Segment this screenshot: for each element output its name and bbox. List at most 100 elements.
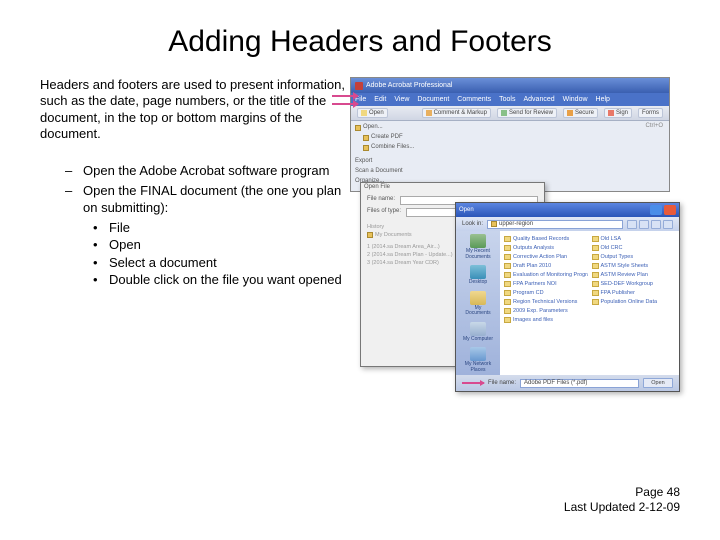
places-bar: My Recent Documents Desktop My Documents… [456,231,500,375]
arrow-icon [462,382,484,384]
open-button[interactable]: Open [643,378,673,388]
folder-icon [592,290,599,296]
new-folder-icon[interactable] [651,220,661,229]
folder-item[interactable]: SED-DEF Workgroup [592,279,676,288]
up-icon[interactable] [639,220,649,229]
menu-scan[interactable]: Scan a Document [355,167,403,176]
intro-paragraph: Headers and footers are used to present … [40,77,350,142]
folder-icon [592,281,599,287]
folder-item[interactable]: Corrective Action Plan [504,252,588,261]
menu-export[interactable]: Export [355,157,372,166]
acrobat-icon [355,82,363,90]
menu-tools[interactable]: Tools [499,96,515,103]
folder-icon [363,145,369,151]
place-network[interactable]: My Network Places [462,347,494,373]
nav-buttons [627,220,673,229]
toolbar: Open Comment & Markup Send for Review Se… [351,106,669,121]
toolbar-forms[interactable]: Forms [638,108,663,118]
menu-create-pdf[interactable]: Create PDF [371,133,403,142]
toolbar-secure[interactable]: Secure [563,108,598,118]
help-icon[interactable] [650,205,662,215]
menu-view[interactable]: View [394,96,409,103]
slide-title: Adding Headers and Footers [0,0,720,77]
folder-icon [504,245,511,251]
page-number: Page 48 [564,485,680,500]
place-computer[interactable]: My Computer [462,322,494,343]
folder-icon [592,272,599,278]
menu-comments[interactable]: Comments [457,96,491,103]
folder-icon [504,299,511,305]
folder-item[interactable]: Region Technical Versions [504,297,588,306]
menubar: File Edit View Document Comments Tools A… [351,93,669,106]
substep-select: Select a document [109,254,217,272]
menu-open-action[interactable]: Open... [363,123,383,132]
step-2: Open the FINAL document (the one you pla… [83,182,350,217]
place-documents[interactable]: My Documents [462,291,494,317]
menu-help[interactable]: Help [596,96,610,103]
dialog-toolbar: Look in: upper-region [456,217,679,231]
place-recent[interactable]: My Recent Documents [462,234,494,260]
folder-icon [504,254,511,260]
open-dialog: Open Look in: upper-region [455,202,680,392]
left-column: Headers and footers are used to present … [40,77,350,289]
folder-icon [504,308,511,314]
menu-window[interactable]: Window [563,96,588,103]
folder-item[interactable]: Draft Plan 2010 [504,261,588,270]
place-desktop[interactable]: Desktop [462,265,494,286]
shortcut-ctrl-o: Ctrl+O [645,123,663,129]
history-folder[interactable]: My Documents [375,231,412,239]
look-in-label: Look in: [462,221,483,227]
folder-icon [504,281,511,287]
file-type-field[interactable]: Adobe PDF Files (*.pdf) [520,379,639,388]
back-icon[interactable] [627,220,637,229]
folder-item[interactable]: Evaluation of Monitoring Programs [504,270,588,279]
folder-icon [592,299,599,305]
folder-icon [491,221,497,227]
folder-item[interactable]: FPA Publisher [592,288,676,297]
folder-item[interactable]: 2009 Exp. Parameters [504,306,588,315]
toolbar-comment[interactable]: Comment & Markup [422,108,491,118]
folder-item[interactable]: Images and files [504,315,588,324]
folder-icon [363,135,369,141]
file-type-label: Files of type: [367,208,401,217]
folder-item[interactable]: Old LSA [592,234,676,243]
last-updated: Last Updated 2-12-09 [564,500,680,515]
folder-item[interactable]: ASTM Style Sheets [592,261,676,270]
file-name-label: File name: [367,196,395,205]
views-icon[interactable] [663,220,673,229]
folder-item[interactable]: FPA Partners NOI [504,279,588,288]
dialog-bottom: File name: Adobe PDF Files (*.pdf) Open [456,375,679,391]
folder-item[interactable]: ASTM Review Plan [592,270,676,279]
acrobat-window: Adobe Acrobat Professional File Edit Vie… [350,77,670,192]
window-title-text: Adobe Acrobat Professional [366,82,452,89]
folder-icon [355,125,361,131]
toolbar-open[interactable]: Open [357,108,388,118]
steps-list: –Open the Adobe Acrobat software program… [40,162,350,289]
substep-double-click: Double click on the file you want opened [109,271,342,289]
folder-icon [592,245,599,251]
menu-edit[interactable]: Edit [374,96,386,103]
slide-content: Headers and footers are used to present … [0,77,720,289]
folder-item[interactable]: Quality Based Records [504,234,588,243]
folder-item[interactable]: Program CD [504,288,588,297]
menu-document[interactable]: Document [417,96,449,103]
menu-advanced[interactable]: Advanced [523,96,554,103]
folder-icon [504,317,511,323]
folder-item[interactable]: Old CRC [592,243,676,252]
folder-item[interactable]: Population Online Data [592,297,676,306]
folder-item[interactable]: Outputs Analysis [504,243,588,252]
folder-icon [592,263,599,269]
arrow-icon [332,103,358,105]
look-in-dropdown[interactable]: upper-region [487,220,623,229]
close-icon[interactable] [664,205,676,215]
slide-footer: Page 48 Last Updated 2-12-09 [564,485,680,515]
toolbar-sign[interactable]: Sign [604,108,632,118]
substep-file: File [109,219,130,237]
folder-item[interactable]: Output Types [592,252,676,261]
menu-combine[interactable]: Combine Files... [371,143,414,152]
callout-arrows [332,95,358,111]
open-file-title: Open File [361,183,544,194]
toolbar-send[interactable]: Send for Review [497,108,557,118]
file-menu-dropdown: Open... Create PDF Combine Files... Expo… [351,121,669,191]
folder-icon [504,272,511,278]
